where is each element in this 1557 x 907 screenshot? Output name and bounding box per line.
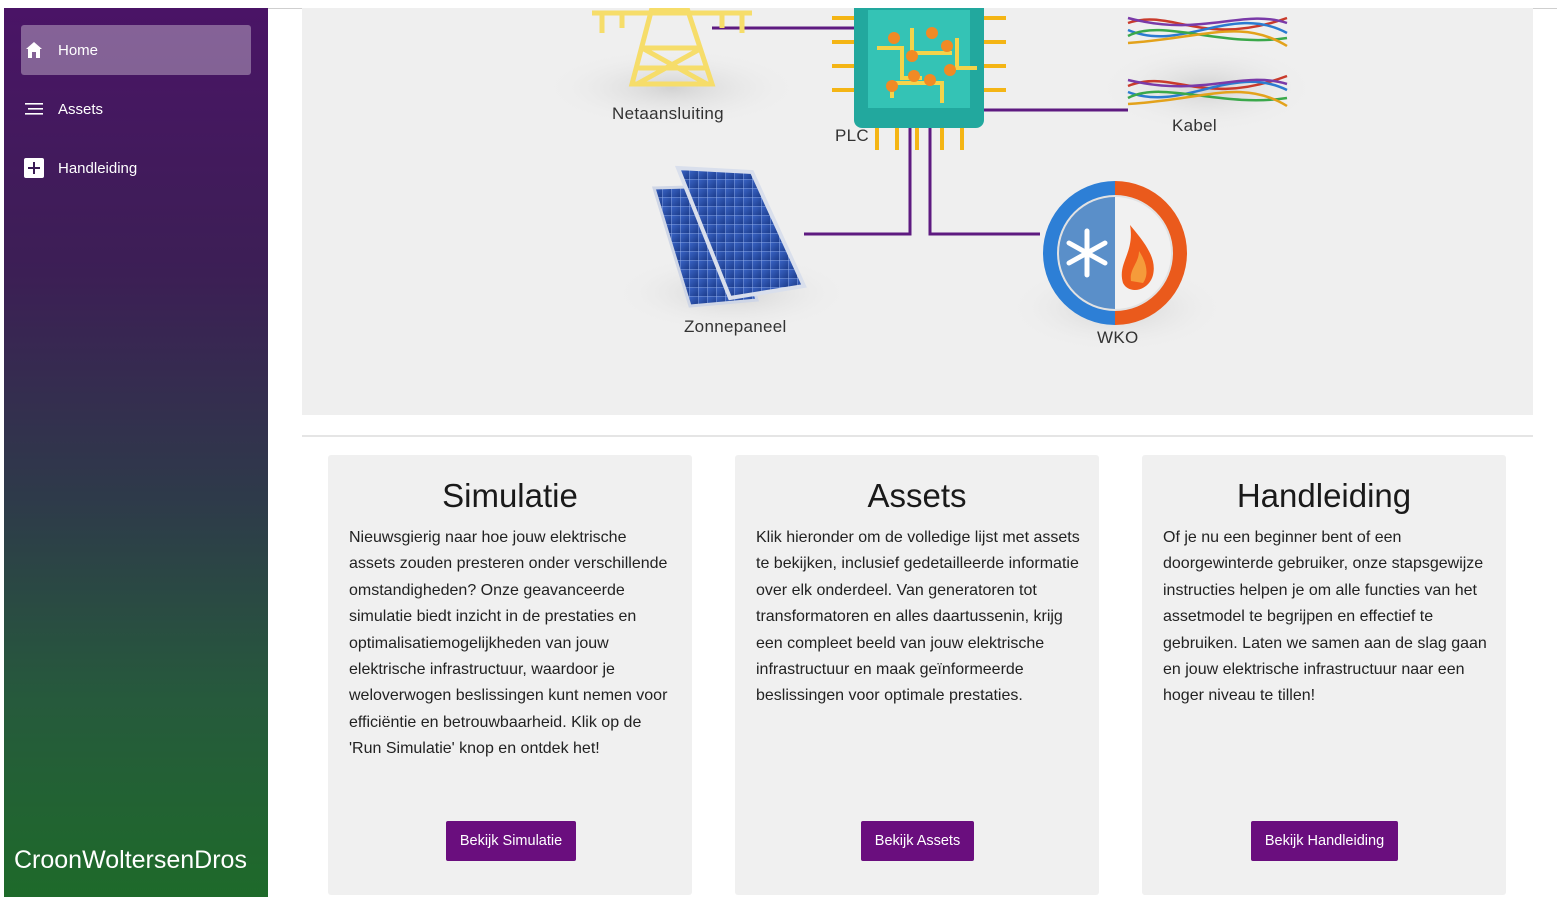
- card-text: Of je nu een beginner bent of een doorge…: [1163, 529, 1487, 705]
- card-title: Handleiding: [1236, 477, 1412, 514]
- sidebar-item-label: Assets: [58, 100, 104, 118]
- card-text: Klik hieronder om de volledige lijst met…: [756, 529, 1080, 705]
- wko-icon: [1043, 181, 1187, 325]
- brand-name: CroonWoltersenDros: [14, 846, 247, 874]
- card-title: Assets: [867, 477, 967, 514]
- home-icon: [24, 40, 44, 60]
- simulatie-card: Simulatie Nieuwsgierig naar hoe jouw ele…: [328, 455, 692, 895]
- sidebar: Home Assets Handleiding CroonWoltersenDr…: [4, 8, 268, 897]
- sidebar-item-assets[interactable]: Assets: [21, 84, 251, 134]
- plc-label: PLC: [835, 126, 869, 145]
- infrastructure-diagram: [542, 8, 1317, 353]
- bekijk-handleiding-button[interactable]: Bekijk Handleiding: [1251, 821, 1398, 861]
- sidebar-item-label: Handleiding: [58, 159, 138, 177]
- sidebar-item-label: Home: [58, 41, 99, 59]
- kabel-label: Kabel: [1172, 116, 1217, 135]
- card-text: Nieuwsgierig naar hoe jouw elektrische a…: [349, 529, 668, 758]
- plus-icon: [24, 158, 44, 178]
- zonnepaneel-label: Zonnepaneel: [684, 317, 787, 336]
- bekijk-assets-button[interactable]: Bekijk Assets: [861, 821, 974, 861]
- section-divider: [302, 435, 1533, 437]
- card-title: Simulatie: [442, 477, 578, 514]
- wko-label: WKO: [1097, 328, 1139, 347]
- bekijk-simulatie-button[interactable]: Bekijk Simulatie: [446, 821, 576, 861]
- list-icon: [24, 99, 44, 119]
- netaansluiting-label: Netaansluiting: [612, 104, 724, 123]
- handleiding-card: Handleiding Of je nu een beginner bent o…: [1142, 455, 1506, 895]
- sidebar-item-handleiding[interactable]: Handleiding: [21, 143, 251, 193]
- hero-diagram: Netaansluiting PLC Kabel Zonnepaneel WKO: [302, 8, 1533, 415]
- assets-card: Assets Klik hieronder om de volledige li…: [735, 455, 1099, 895]
- sidebar-item-home[interactable]: Home: [21, 25, 251, 75]
